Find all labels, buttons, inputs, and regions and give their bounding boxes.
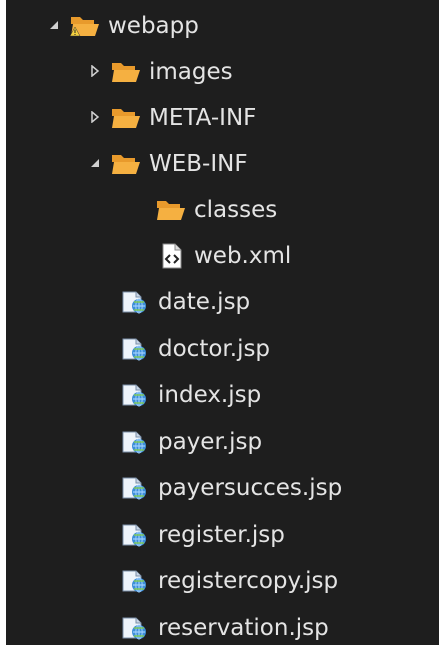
tree-item-label: reservation.jsp xyxy=(158,615,329,641)
tree-item-label: webapp xyxy=(108,13,199,39)
collapsed-triangle-icon[interactable] xyxy=(85,49,111,95)
tree-item-webapp[interactable]: webapp xyxy=(44,3,199,49)
tree-item-images[interactable]: images xyxy=(85,49,233,95)
folder-icon xyxy=(111,59,141,85)
tree-item-label: classes xyxy=(194,197,278,223)
tree-item-jsp-file[interactable]: payersucces.jsp xyxy=(120,465,342,511)
tree-item-label: META-INF xyxy=(149,105,257,131)
jsp-file-icon xyxy=(120,568,150,594)
tree-item-jsp-file[interactable]: register.jsp xyxy=(120,512,285,558)
tree-item-jsp-file[interactable]: doctor.jsp xyxy=(120,326,270,372)
tree-item-jsp-file[interactable]: payer.jsp xyxy=(120,419,262,465)
tree-item-label: payer.jsp xyxy=(158,429,263,455)
expanded-triangle-icon[interactable] xyxy=(44,3,70,49)
tree-item-label: images xyxy=(149,59,233,85)
project-explorer-panel: webapp images META-INF WEB-INF classes w… xyxy=(6,0,439,645)
tree-item-label: register.jsp xyxy=(158,522,285,548)
jsp-file-icon xyxy=(120,336,150,362)
jsp-file-icon xyxy=(120,382,150,408)
tree-item-label: date.jsp xyxy=(158,289,251,315)
tree-item-jsp-file[interactable]: reservation.jsp xyxy=(120,605,329,645)
tree-item-label: web.xml xyxy=(194,243,292,269)
tree-item-label: index.jsp xyxy=(158,382,262,408)
tree-item-web-inf[interactable]: WEB-INF xyxy=(85,141,248,187)
collapsed-triangle-icon[interactable] xyxy=(85,95,111,141)
jsp-file-icon xyxy=(120,475,150,501)
tree-item-jsp-file[interactable]: date.jsp xyxy=(120,279,250,325)
folder-icon xyxy=(111,105,141,131)
tree-item-web-xml[interactable]: web.xml xyxy=(160,233,291,279)
tree-item-label: WEB-INF xyxy=(149,151,248,177)
jsp-file-icon xyxy=(120,289,150,315)
folder-icon xyxy=(156,197,186,223)
jsp-file-icon xyxy=(120,522,150,548)
tree-item-meta-inf[interactable]: META-INF xyxy=(85,95,256,141)
folder-open-icon xyxy=(111,151,141,177)
tree-item-label: registercopy.jsp xyxy=(158,568,339,594)
tree-item-jsp-file[interactable]: registercopy.jsp xyxy=(120,558,338,604)
project-folder-warning-icon xyxy=(70,13,100,39)
tree-item-classes[interactable]: classes xyxy=(156,187,277,233)
tree-item-jsp-file[interactable]: index.jsp xyxy=(120,372,261,418)
tree-item-label: doctor.jsp xyxy=(158,336,271,362)
xml-file-icon xyxy=(160,243,186,269)
tree-item-label: payersucces.jsp xyxy=(158,475,343,501)
jsp-file-icon xyxy=(120,429,150,455)
expanded-triangle-icon[interactable] xyxy=(85,141,111,187)
jsp-file-icon xyxy=(120,615,150,641)
